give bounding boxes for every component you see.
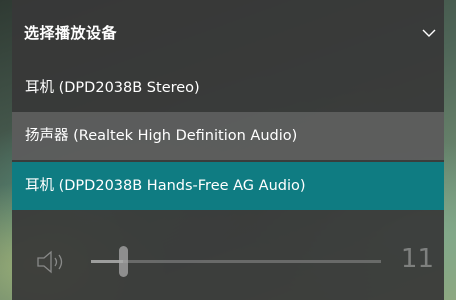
volume-value: 11 — [400, 244, 434, 274]
device-label: 耳机 (DPD2038B Stereo) — [25, 80, 200, 96]
chevron-down-icon[interactable] — [418, 22, 440, 44]
playback-device-flyout: 选择播放设备 耳机 (DPD2038B Stereo) 扬声器 (Realtek… — [12, 0, 444, 300]
device-label: 扬声器 (Realtek High Definition Audio) — [25, 128, 298, 144]
volume-slider-thumb[interactable] — [119, 246, 128, 277]
device-label: 耳机 (DPD2038B Hands-Free AG Audio) — [25, 178, 306, 194]
device-item-handsfree-headphones[interactable]: 耳机 (DPD2038B Hands-Free AG Audio) — [12, 162, 444, 210]
device-item-realtek-speakers[interactable]: 扬声器 (Realtek High Definition Audio) — [12, 112, 444, 160]
volume-row: 11 — [12, 238, 444, 286]
speaker-icon[interactable] — [36, 249, 70, 275]
device-item-stereo-headphones[interactable]: 耳机 (DPD2038B Stereo) — [12, 64, 444, 112]
flyout-title: 选择播放设备 — [24, 24, 118, 42]
volume-slider[interactable] — [91, 260, 381, 263]
